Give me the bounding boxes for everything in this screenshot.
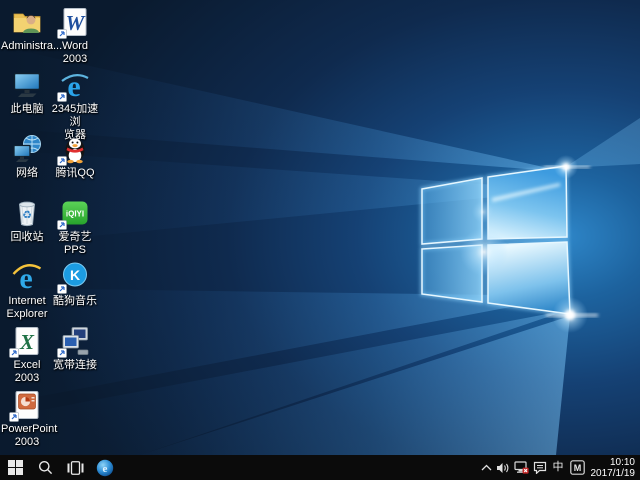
desktop-icon-label: 此电脑 xyxy=(11,103,44,116)
search-icon xyxy=(38,460,53,475)
svg-text:X: X xyxy=(19,330,35,354)
desktop-icon-label: PowerPoint 2003 xyxy=(1,423,53,449)
task-view-icon xyxy=(67,461,84,475)
svg-text:e: e xyxy=(103,463,108,475)
hidden-icons-button[interactable] xyxy=(479,455,494,480)
clock-date: 2017/1/19 xyxy=(591,468,636,479)
svg-text:W: W xyxy=(66,11,86,35)
desktop-icon-iqiyi-pps[interactable]: iQIYI 爱奇艺PPS xyxy=(51,197,99,257)
excel-icon: X xyxy=(11,325,43,357)
action-center-button[interactable] xyxy=(531,455,549,480)
kugou-icon: K xyxy=(59,261,91,293)
shortcut-arrow-icon xyxy=(57,348,67,358)
desktop-icon-label: 回收站 xyxy=(11,231,44,244)
speaker-icon xyxy=(496,462,510,474)
desktop-icon-kugou-music[interactable]: K 酷狗音乐 xyxy=(51,261,99,308)
svg-text:K: K xyxy=(70,267,80,283)
desktop-icon-broadband[interactable]: 宽带连接 xyxy=(51,325,99,372)
chevron-up-icon xyxy=(481,464,492,471)
desktop-icon-label: 酷狗音乐 xyxy=(53,295,97,308)
svg-text:M: M xyxy=(573,463,581,473)
browser-e-icon: e xyxy=(96,459,114,477)
svg-text:iQIYI: iQIYI xyxy=(66,210,84,219)
start-button[interactable] xyxy=(0,455,30,480)
desktop-icon-label: Word 2003 xyxy=(51,40,99,66)
shortcut-arrow-icon xyxy=(57,284,67,294)
shortcut-arrow-icon xyxy=(57,156,67,166)
iqiyi-icon: iQIYI xyxy=(59,197,91,229)
volume-button[interactable] xyxy=(494,455,512,480)
shortcut-arrow-icon xyxy=(9,348,19,358)
desktop-icon-excel-2003[interactable]: X Excel 2003 xyxy=(3,325,51,385)
windows-logo-icon xyxy=(8,460,23,475)
desktop-icon-recycle-bin[interactable]: ♻ 回收站 xyxy=(3,197,51,244)
desktop-icon-internet-explorer[interactable]: e Internet Explorer xyxy=(3,261,51,321)
shortcut-arrow-icon xyxy=(57,29,67,39)
search-button[interactable] xyxy=(30,455,60,480)
taskbar: e xyxy=(0,455,640,480)
computer-icon xyxy=(11,69,43,101)
task-view-button[interactable] xyxy=(60,455,90,480)
desktop-icon-administrator[interactable]: Administra... xyxy=(3,6,51,53)
desktop-icon-label: 爱奇艺PPS xyxy=(51,231,99,257)
desktop-icon-label: Internet Explorer xyxy=(7,295,48,321)
svg-text:♻: ♻ xyxy=(22,210,32,222)
shortcut-arrow-icon xyxy=(9,412,19,422)
desktop-icon-label: Excel 2003 xyxy=(3,359,51,385)
broadband-connection-icon xyxy=(59,325,91,357)
desktop-icon-label: Administra... xyxy=(1,40,53,53)
powerpoint-icon xyxy=(11,389,43,421)
word-icon: W xyxy=(59,6,91,38)
network-status-button[interactable] xyxy=(512,455,531,480)
desktop-icon-label: 宽带连接 xyxy=(53,359,97,372)
desktop: Administra... W Word 2003 xyxy=(0,0,640,455)
desktop-icon-label: 网络 xyxy=(16,167,38,180)
ime-badge-icon: M xyxy=(570,460,585,475)
ime-mode-chinese: 中 xyxy=(551,455,566,480)
desktop-icon-powerpoint-2003[interactable]: PowerPoint 2003 xyxy=(3,389,51,449)
shortcut-arrow-icon xyxy=(57,220,67,230)
action-center-bubble-icon xyxy=(533,461,547,474)
taskbar-clock[interactable]: 10:10 2017/1/19 xyxy=(587,457,640,479)
desktop-icon-network[interactable]: 网络 xyxy=(3,133,51,180)
desktop-icon-word-2003[interactable]: W Word 2003 xyxy=(51,6,99,66)
qq-penguin-icon xyxy=(59,133,91,165)
system-tray: 中 M 10:10 2017/1/19 xyxy=(479,455,640,480)
ime-language-button[interactable]: M xyxy=(568,455,587,480)
clock-time: 10:10 xyxy=(591,457,636,468)
desktop-icon-label: 腾讯QQ xyxy=(55,167,94,180)
user-folder-icon xyxy=(11,6,43,38)
taskbar-browser-button[interactable]: e xyxy=(90,455,120,480)
internet-explorer-icon: e xyxy=(11,261,43,293)
ime-mode-button[interactable]: 中 xyxy=(549,455,568,480)
desktop-icon-tencent-qq[interactable]: 腾讯QQ xyxy=(51,133,99,180)
shortcut-arrow-icon xyxy=(57,92,67,102)
desktop-icon-this-pc[interactable]: 此电脑 xyxy=(3,69,51,116)
network-icon xyxy=(11,133,43,165)
recycle-bin-icon: ♻ xyxy=(11,197,43,229)
network-disconnected-icon xyxy=(514,461,529,474)
browser-e-icon: e xyxy=(59,69,91,101)
desktop-icon-2345-browser[interactable]: e 2345加速浏 览器 xyxy=(51,69,99,142)
